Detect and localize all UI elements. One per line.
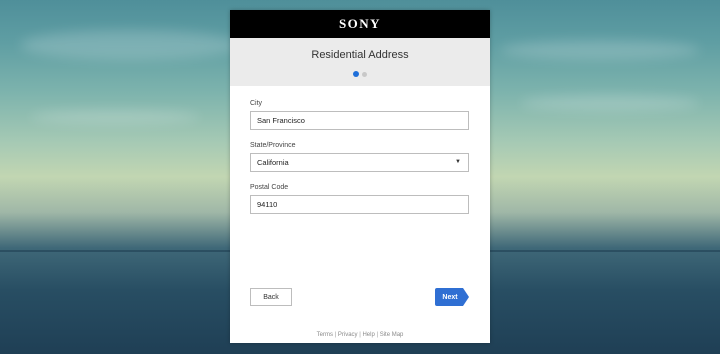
background-cloud (500, 40, 700, 60)
background-cloud (20, 30, 240, 60)
background-cloud (520, 95, 700, 111)
step-indicator (230, 71, 490, 77)
brand-logo: SONY (338, 16, 382, 31)
back-button[interactable]: Back (250, 288, 292, 306)
footer-link-privacy[interactable]: Privacy (338, 332, 358, 338)
brand-bar: SONY (230, 10, 490, 38)
state-select[interactable]: California ▼ (250, 153, 469, 172)
postal-code-label: Postal Code (250, 184, 289, 191)
next-button-label: Next (442, 293, 458, 301)
postal-code-field[interactable]: 94110 (250, 195, 469, 214)
footer-link-terms[interactable]: Terms (317, 332, 333, 338)
address-form: City San Francisco State/Province Califo… (230, 100, 490, 214)
address-form-card: SONY Residential Address City San Franci… (230, 10, 490, 343)
back-button-label: Back (263, 293, 279, 301)
city-value: San Francisco (257, 116, 305, 125)
city-field[interactable]: San Francisco (250, 111, 469, 130)
caret-down-icon: ▼ (455, 159, 461, 165)
background-cloud (30, 110, 200, 124)
postal-code-value: 94110 (257, 200, 278, 209)
step-dot-active (353, 71, 359, 77)
city-label: City (250, 100, 263, 107)
form-header: Residential Address (230, 38, 490, 86)
footer-link-site-map[interactable]: Site Map (380, 332, 404, 338)
state-label: State/Province (250, 142, 296, 149)
step-dot (362, 71, 367, 77)
page-title: Residential Address (311, 49, 409, 61)
next-button[interactable]: Next (435, 288, 469, 306)
footer-link-help[interactable]: Help (362, 332, 374, 338)
footer-links: Terms | Privacy | Help | Site Map (230, 332, 490, 338)
state-value: California (257, 158, 289, 167)
